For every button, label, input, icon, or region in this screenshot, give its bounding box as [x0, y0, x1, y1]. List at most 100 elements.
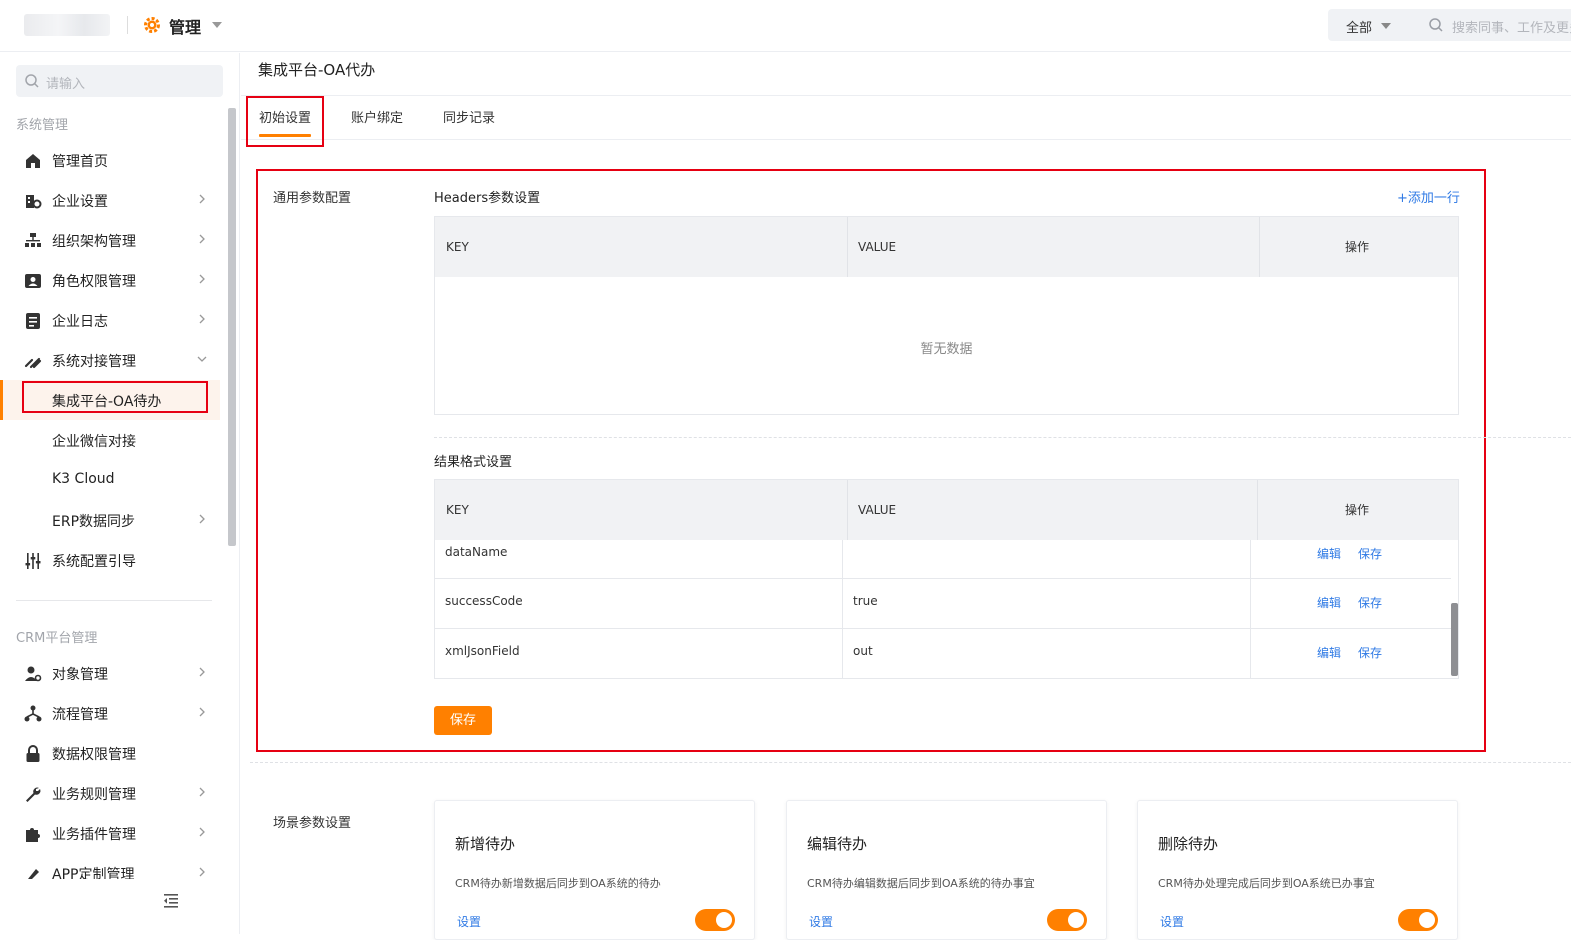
chevron-right-icon	[199, 274, 205, 284]
column-header-value: VALUE	[858, 240, 897, 254]
sidebar-item-label: 业务插件管理	[52, 827, 136, 843]
search-input[interactable]: 搜索同事、工作及更多	[1452, 17, 1571, 36]
sidebar-item-k3-cloud[interactable]: K3 Cloud	[0, 460, 220, 500]
sidebar-item-integration[interactable]: 系统对接管理	[0, 340, 220, 380]
sidebar-item-label: 数据权限管理	[52, 747, 136, 763]
sidebar-item-business-rules[interactable]: 业务规则管理	[0, 773, 220, 813]
highlight-box	[22, 381, 208, 413]
sidebar-item-wecom[interactable]: 企业微信对接	[0, 420, 220, 460]
card-settings-link[interactable]: 设置	[809, 913, 833, 930]
save-link[interactable]: 保存	[1358, 594, 1382, 611]
scene-card-delete: 删除待办 CRM待办处理完成后同步到OA系统已办事宜 设置	[1137, 800, 1458, 940]
sidebar-item-roles[interactable]: 角色权限管理	[0, 260, 220, 300]
scene-card-add: 新增待办 CRM待办新增数据后同步到OA系统的待办 设置	[434, 800, 755, 940]
sidebar: 请输入 系统管理 管理首页 企业设置 组织架构管理 角色权限管理 企业日志 系统…	[0, 53, 240, 934]
puzzle-icon	[26, 828, 40, 842]
id-card-icon	[25, 274, 41, 288]
brush-icon	[28, 869, 39, 879]
sidebar-item-label: 业务规则管理	[52, 787, 136, 803]
highlight-box	[246, 96, 324, 147]
chevron-right-icon	[199, 314, 205, 324]
sidebar-search-input[interactable]: 请输入	[16, 65, 223, 97]
row-value-input[interactable]: out	[853, 644, 873, 658]
sidebar-item-app-custom[interactable]: APP定制管理	[0, 853, 220, 879]
sidebar-item-config-guide[interactable]: 系统配置引导	[0, 540, 220, 580]
enable-toggle[interactable]	[1398, 909, 1438, 931]
app-title[interactable]: 管理	[169, 14, 201, 38]
column-header-key: KEY	[446, 503, 469, 517]
divider	[241, 139, 1571, 140]
card-description: CRM待办处理完成后同步到OA系统已办事宜	[1158, 877, 1375, 890]
card-title: 编辑待办	[807, 835, 868, 853]
sidebar-item-process[interactable]: 流程管理	[0, 693, 220, 733]
sidebar-item-label: 企业日志	[52, 314, 108, 330]
sidebar-item-objects[interactable]: 对象管理	[0, 653, 220, 693]
org-chart-icon	[25, 233, 41, 247]
sidebar-item-label: 管理首页	[52, 154, 108, 170]
add-row-link[interactable]: +添加一行	[1397, 187, 1460, 206]
chevron-right-icon	[199, 787, 205, 797]
save-button[interactable]: 保存	[434, 706, 492, 735]
save-link[interactable]: 保存	[1358, 545, 1382, 562]
flow-icon	[24, 705, 42, 722]
result-format-title: 结果格式设置	[434, 455, 513, 470]
chevron-right-icon	[199, 514, 205, 524]
card-settings-link[interactable]: 设置	[1160, 913, 1184, 930]
sidebar-item-label: APP定制管理	[52, 867, 135, 879]
chevron-down-icon[interactable]	[1381, 23, 1391, 29]
collapse-sidebar-icon[interactable]	[162, 893, 180, 909]
card-description: CRM待办编辑数据后同步到OA系统的待办事宜	[807, 877, 1035, 890]
edit-link[interactable]: 编辑	[1317, 545, 1341, 562]
table-header: KEY VALUE 操作	[435, 217, 1458, 277]
edit-link[interactable]: 编辑	[1317, 594, 1341, 611]
row-value-input[interactable]: true	[853, 594, 878, 608]
edit-link[interactable]: 编辑	[1317, 644, 1341, 661]
sidebar-item-label: 系统对接管理	[52, 354, 136, 370]
link-icon	[24, 357, 42, 369]
table-scrollbar[interactable]	[1451, 603, 1458, 676]
search-icon	[1429, 18, 1443, 32]
sidebar-item-home[interactable]: 管理首页	[0, 140, 220, 180]
sidebar-item-org[interactable]: 组织架构管理	[0, 220, 220, 260]
sidebar-item-logs[interactable]: 企业日志	[0, 300, 220, 340]
group-label-crm: CRM平台管理	[16, 631, 98, 646]
global-search[interactable]: 全部 搜索同事、工作及更多	[1328, 9, 1571, 41]
column-divider	[847, 217, 848, 277]
card-settings-link[interactable]: 设置	[457, 913, 481, 930]
column-divider	[1250, 540, 1251, 578]
sidebar-scrollbar[interactable]	[228, 108, 236, 546]
group-label-system: 系统管理	[16, 118, 69, 133]
sidebar-item-label: 系统配置引导	[52, 554, 136, 570]
column-divider	[847, 480, 848, 540]
divider	[250, 762, 1571, 763]
headers-table: KEY VALUE 操作 暂无数据	[434, 216, 1459, 415]
sidebar-item-plugins[interactable]: 业务插件管理	[0, 813, 220, 853]
document-icon	[26, 313, 40, 329]
company-logo[interactable]	[24, 14, 110, 36]
sidebar-item-erp-sync[interactable]: ERP数据同步	[0, 500, 220, 540]
enable-toggle[interactable]	[1047, 909, 1087, 931]
search-scope-select[interactable]: 全部	[1346, 17, 1372, 36]
search-icon	[25, 74, 39, 88]
column-header-value: VALUE	[858, 503, 897, 517]
chevron-down-icon[interactable]	[212, 22, 222, 28]
gear-icon	[144, 17, 160, 33]
lock-icon	[26, 745, 40, 762]
tab-sync-records[interactable]: 同步记录	[443, 107, 495, 126]
sidebar-item-label: 角色权限管理	[52, 274, 136, 290]
home-icon	[26, 154, 40, 168]
sliders-icon	[25, 553, 41, 569]
section-label-scene: 场景参数设置	[273, 816, 352, 831]
sidebar-item-data-permission[interactable]: 数据权限管理	[0, 733, 220, 773]
column-header-key: KEY	[446, 240, 469, 254]
column-divider	[842, 629, 843, 679]
sidebar-item-label: K3 Cloud	[52, 471, 115, 487]
empty-state: 暂无数据	[920, 342, 973, 357]
column-divider	[1259, 217, 1260, 277]
enable-toggle[interactable]	[695, 909, 735, 931]
column-divider	[842, 540, 843, 578]
sidebar-item-enterprise-settings[interactable]: 企业设置	[0, 180, 220, 220]
table-header: KEY VALUE 操作	[435, 480, 1458, 540]
tab-account-binding[interactable]: 账户绑定	[351, 107, 403, 126]
save-link[interactable]: 保存	[1358, 644, 1382, 661]
